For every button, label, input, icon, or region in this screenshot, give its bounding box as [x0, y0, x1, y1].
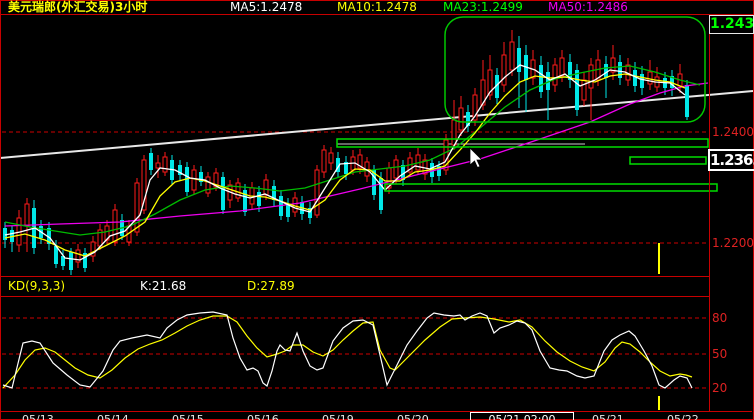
- price-grid-label: 1.2200: [712, 236, 754, 250]
- time-tick-label: 05/13: [22, 413, 54, 420]
- time-tick-label: 05/14: [97, 413, 129, 420]
- time-tick-label: 05/22: [667, 413, 699, 420]
- high-price-badge: 1.2432: [709, 15, 754, 34]
- kd-grid-label: 20: [712, 381, 728, 395]
- ma5-readout: MA5:1.2478: [230, 0, 303, 14]
- ma10-readout: MA10:1.2478: [337, 0, 417, 14]
- time-tick-label: 05/20: [397, 413, 429, 420]
- kd-indicator-label: KD(9,3,3): [8, 279, 66, 293]
- main-chart-area[interactable]: [1, 15, 709, 276]
- k-value-readout: K:21.68: [140, 279, 187, 293]
- crosshair-price-readout: 1.2363: [708, 149, 754, 171]
- ma23-readout: MA23:1.2499: [443, 0, 523, 14]
- time-tick-label: 05/16: [247, 413, 279, 420]
- kd-grid-label: 50: [712, 347, 728, 361]
- price-grid-label: 1.2400: [712, 125, 754, 139]
- forex-chart-window: { "title_bar": { "symbol": "美元瑞郎(外汇交易)3小…: [0, 0, 754, 420]
- ma50-readout: MA50:1.2486: [548, 0, 628, 14]
- kd-header: KD(9,3,3) K:21.68 D:27.89: [0, 278, 709, 294]
- kd-grid-label: 80: [712, 311, 728, 325]
- title-bar: 美元瑞郎(外汇交易)3小时 MA5:1.2478 MA10:1.2478 MA2…: [0, 1, 754, 14]
- symbol-title: 美元瑞郎(外汇交易)3小时: [8, 0, 148, 14]
- d-value-readout: D:27.89: [247, 279, 295, 293]
- time-tick-label: 05/19: [322, 413, 354, 420]
- time-tick-label: 05/15: [172, 413, 204, 420]
- time-axis: 05/21 02:00 05/13 05/14 05/15 05/16 05/19 05/…: [0, 412, 754, 420]
- kd-panel-area[interactable]: [1, 297, 709, 411]
- time-tick-label: 05/21: [592, 413, 624, 420]
- crosshair-time-readout: 05/21 02:00: [470, 412, 574, 420]
